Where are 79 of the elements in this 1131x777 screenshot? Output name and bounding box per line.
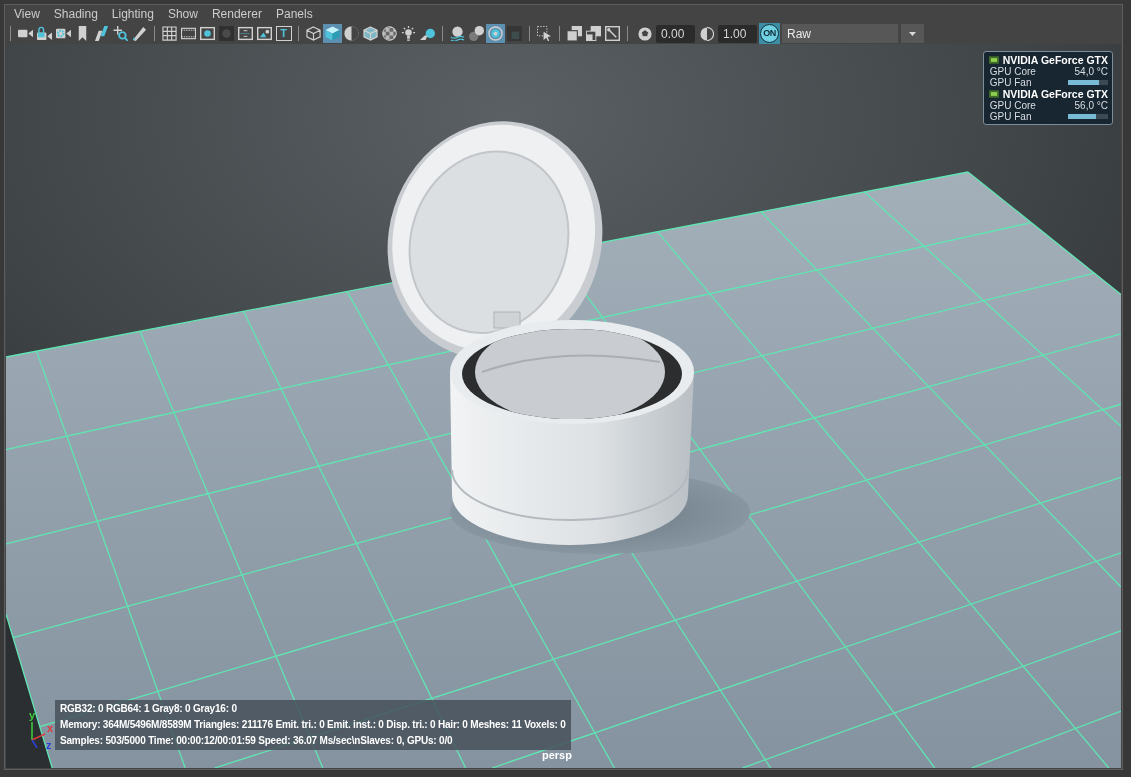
wireframe-shaded-cube-icon	[363, 26, 378, 41]
camera-gear-icon	[56, 26, 71, 41]
camera-lock-icon	[37, 26, 52, 41]
dotted-frame-button[interactable]	[236, 24, 255, 43]
offset-squares-button[interactable]	[584, 24, 603, 43]
shadowed-ball-icon	[420, 26, 435, 41]
dark-tile-button[interactable]	[505, 24, 524, 43]
gpu-fan-label: GPU Fan	[989, 111, 1032, 122]
parallelograms-button[interactable]	[92, 24, 111, 43]
sphere-layers-button[interactable]	[448, 24, 467, 43]
gpu-name: NVIDIA GeForce GTX	[1002, 88, 1108, 100]
grid-button[interactable]	[160, 24, 179, 43]
checker-sphere-button[interactable]	[380, 24, 399, 43]
stats-line: RGB32: 0 RGB64: 1 Gray8: 0 Gray16: 0	[60, 702, 238, 716]
wireframe-cube-icon	[306, 26, 321, 41]
menu-item[interactable]: View	[7, 6, 47, 22]
dropdown-field[interactable]: Raw	[782, 24, 898, 43]
gpu-core-value: 56,0 °C	[1074, 100, 1108, 111]
target-icon	[488, 26, 503, 41]
stacked-squares-button[interactable]	[565, 24, 584, 43]
aperture-icon	[637, 26, 652, 41]
wireframe-shaded-cube-button[interactable]	[361, 24, 380, 43]
dark-circle-tile-icon	[219, 26, 234, 41]
chip-icon	[987, 89, 1000, 99]
chip-icon	[987, 55, 1000, 65]
caret-icon	[907, 29, 918, 38]
framed-slash-button[interactable]	[603, 24, 622, 43]
selection-cursor-icon	[537, 26, 552, 41]
parallelograms-icon	[94, 26, 109, 41]
checker-sphere-icon	[382, 26, 397, 41]
stats-line: Memory: 364M/5496M/8589M Triangles: 211176 Emit. tri.: 0 Emit. inst.: 0 Disp. tri.: 0 Hair: 0 Meshes: 11 Voxels: 0	[60, 718, 566, 732]
sphere-layers-icon	[450, 26, 465, 41]
half-sphere-button[interactable]	[342, 24, 361, 43]
stats-line: Samples: 503/5000 Time: 00:00:12/00:01:59 Speed: 36.07 Ms/sec\nSlaves: 0, GPUs: 0/0	[60, 734, 454, 748]
axis-lines-icon	[31, 722, 45, 748]
camera-name: persp	[542, 750, 572, 761]
axis-label: x	[47, 723, 54, 734]
circle-frame-icon	[200, 26, 215, 41]
move-magnifier-button[interactable]	[111, 24, 130, 43]
axis-label: y	[29, 710, 36, 721]
half-circle-icon	[699, 26, 714, 41]
dotted-frame-icon	[238, 26, 253, 41]
menu-item[interactable]: Renderer	[204, 6, 269, 22]
offset-squares-icon	[586, 26, 601, 41]
circle-frame-button[interactable]	[198, 24, 217, 43]
pencil-button[interactable]	[130, 24, 149, 43]
two-spheres-icon	[469, 26, 484, 41]
number-field[interactable]: 0.00	[656, 24, 695, 43]
pencil-icon	[132, 26, 147, 41]
grid-icon	[162, 26, 177, 41]
wireframe-cube-button[interactable]	[304, 24, 323, 43]
gpu-fan-label: GPU Fan	[989, 77, 1032, 88]
dropdown-arrow-button[interactable]	[901, 24, 924, 43]
gpu-name: NVIDIA GeForce GTX	[1002, 54, 1108, 66]
menu-item[interactable]: Lighting	[104, 6, 161, 22]
menu-item[interactable]: Panels	[268, 6, 320, 22]
number-field[interactable]: 1.00	[718, 24, 757, 43]
shapes-frame-button[interactable]	[255, 24, 274, 43]
frame-button[interactable]: T	[275, 26, 292, 41]
gpu-core-label: GPU Core	[989, 66, 1036, 77]
toggle-button[interactable]: ON	[759, 23, 780, 44]
gpu-core-label: GPU Core	[989, 100, 1036, 111]
camera-lock-button[interactable]	[35, 24, 54, 43]
menu-item[interactable]: Show	[160, 6, 205, 22]
film-frame-icon	[181, 26, 196, 41]
stacked-squares-icon	[567, 26, 582, 41]
shaded-cube-icon	[325, 26, 340, 41]
light-bulb-button[interactable]	[399, 24, 418, 43]
move-magnifier-icon	[113, 26, 128, 41]
menu-item[interactable]: Shading	[46, 6, 105, 22]
gpu-core-value: 54,0 °C	[1074, 66, 1108, 77]
light-bulb-icon	[401, 26, 416, 41]
dark-circle-tile-button[interactable]	[217, 24, 236, 43]
framed-slash-icon	[605, 26, 620, 41]
shapes-frame-icon	[257, 26, 272, 41]
shaded-cube-button[interactable]	[323, 24, 342, 43]
half-sphere-icon	[344, 26, 359, 41]
axis-label: z	[46, 740, 52, 751]
two-spheres-button[interactable]	[467, 24, 486, 43]
